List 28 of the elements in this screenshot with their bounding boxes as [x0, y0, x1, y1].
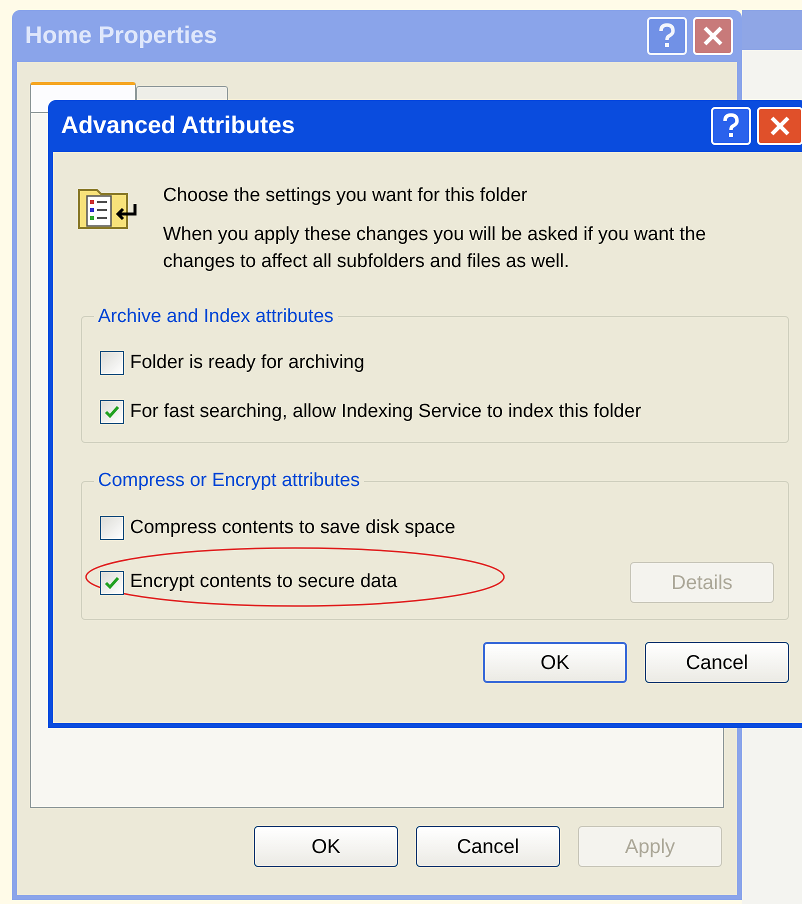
dialog-button[interactable]: OK — [483, 642, 627, 683]
help-button[interactable] — [647, 17, 687, 55]
question-mark-icon — [722, 113, 740, 139]
description-text: When you apply these changes you will be asked if you want the changes to affect all subfolders and files as well. — [163, 222, 707, 274]
window-title: Home Properties — [25, 21, 218, 51]
checkbox[interactable] — [100, 351, 124, 376]
checkbox-label: For fast searching, allow Indexing Service to index this folder — [130, 400, 642, 424]
check-icon — [104, 404, 120, 419]
checkbox-label: Encrypt contents to secure data — [130, 570, 398, 594]
dialog-button[interactable]: OK — [254, 826, 398, 867]
group-legend: Archive and Index attributes — [94, 302, 338, 331]
question-mark-icon — [658, 23, 676, 49]
dialog-button[interactable]: Cancel — [416, 826, 560, 867]
dialog-title: Advanced Attributes — [61, 111, 296, 141]
group-legend: Compress or Encrypt attributes — [94, 467, 364, 496]
check-icon — [104, 576, 120, 590]
checkbox[interactable] — [100, 516, 124, 540]
close-icon — [769, 115, 791, 137]
dialog-button[interactable]: Cancel — [645, 642, 789, 683]
close-icon — [702, 25, 724, 47]
close-button[interactable] — [693, 17, 733, 55]
checkbox[interactable] — [100, 570, 124, 594]
checkbox-label: Folder is ready for archiving — [130, 351, 364, 375]
close-button[interactable] — [757, 107, 802, 145]
heading-text: Choose the settings you want for this folder — [163, 184, 528, 208]
checkbox[interactable] — [100, 400, 124, 424]
help-button[interactable] — [711, 107, 751, 145]
checkbox-label: Compress contents to save disk space — [130, 516, 456, 540]
